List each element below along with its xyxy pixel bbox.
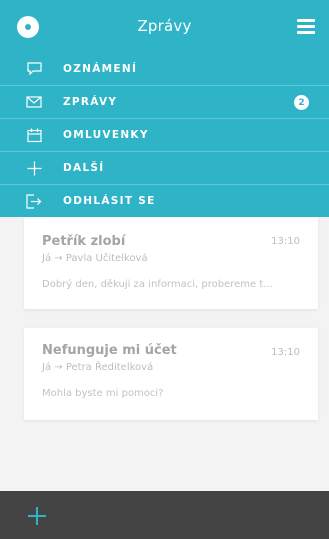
calendar-icon — [26, 127, 42, 143]
add-message-button[interactable] — [28, 507, 46, 525]
logo-icon[interactable] — [17, 16, 39, 38]
menu-item-label: OMLUVENKY — [63, 129, 149, 141]
plus-icon — [26, 160, 42, 176]
logout-icon — [26, 193, 42, 209]
unread-badge: 2 — [294, 95, 309, 110]
speech-bubble-icon — [26, 61, 42, 77]
message-recipient: Já → Petra Ředitelková — [42, 362, 154, 373]
message-time: 13:10 — [271, 236, 300, 247]
hamburger-icon[interactable] — [297, 19, 315, 35]
menu-item-dalsi[interactable]: DALŠÍ — [0, 151, 329, 184]
menu-item-omluvenky[interactable]: OMLUVENKY — [0, 118, 329, 151]
menu-item-zpravy[interactable]: ZPRÁVY 2 — [0, 85, 329, 118]
menu-item-label: DALŠÍ — [63, 162, 105, 174]
menu-item-label: ZPRÁVY — [63, 96, 118, 108]
message-preview: Mohla byste mi pomoci? — [42, 388, 164, 399]
message-card[interactable]: Petřík zlobí 13:10 Já → Pavla Učitelková… — [24, 217, 318, 309]
menu-item-odhlasit[interactable]: ODHLÁSIT SE — [0, 184, 329, 217]
message-title: Nefunguje mi účet — [42, 343, 177, 358]
page-title: Zprávy — [137, 17, 192, 35]
menu-item-oznameni[interactable]: OZNÁMENÍ — [0, 52, 329, 85]
message-title: Petřík zlobí — [42, 234, 126, 249]
message-preview: Dobrý den, děkuji za informaci, proberem… — [42, 279, 273, 290]
envelope-icon — [26, 94, 42, 110]
navigation-menu: OZNÁMENÍ ZPRÁVY 2 OMLUVENKY DALŠÍ ODHLÁS… — [0, 52, 329, 217]
message-time: 13:10 — [271, 347, 300, 358]
menu-item-label: OZNÁMENÍ — [63, 62, 138, 75]
bottom-bar — [0, 491, 329, 539]
app-header: Zprávy — [0, 0, 329, 52]
message-card[interactable]: Nefunguje mi účet 13:10 Já → Petra Ředit… — [24, 328, 318, 420]
menu-item-label: ODHLÁSIT SE — [63, 195, 156, 207]
message-recipient: Já → Pavla Učitelková — [42, 253, 148, 264]
